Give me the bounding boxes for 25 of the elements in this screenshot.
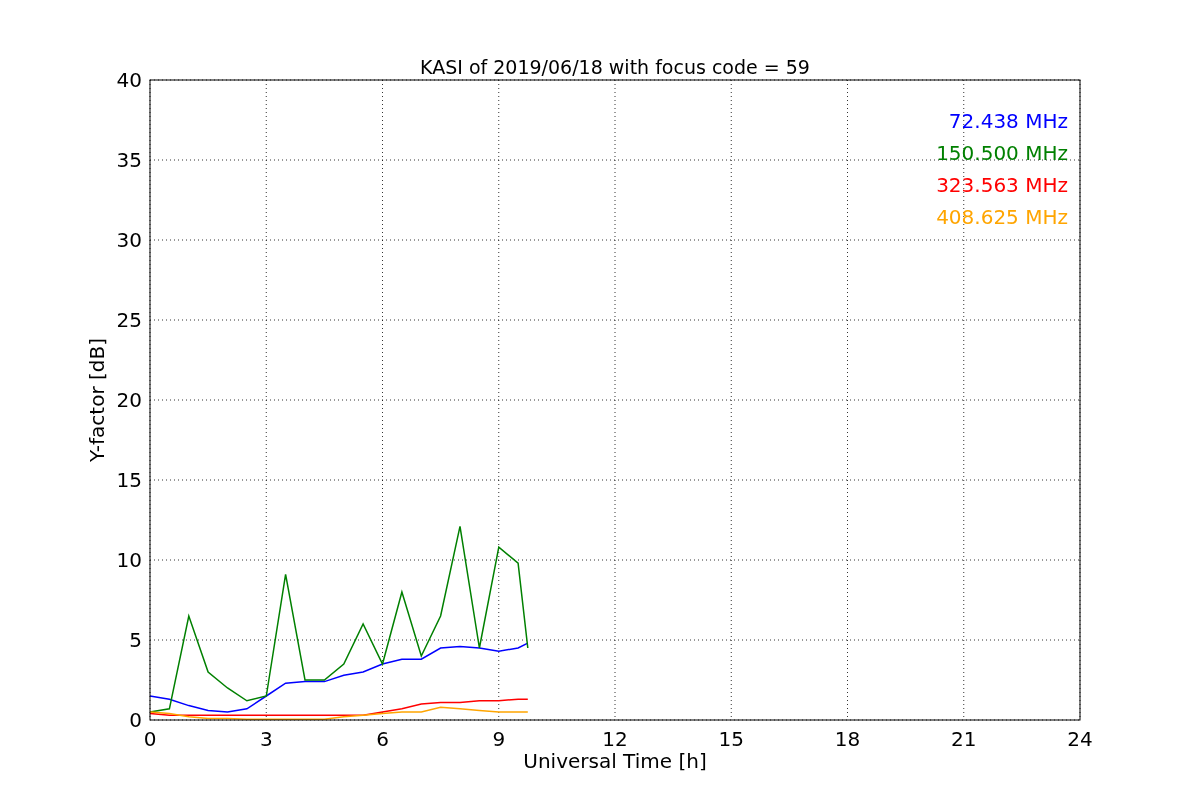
axis-label: Y-factor [dB] [85,338,109,462]
legend-label: 150.500 MHz [936,141,1068,165]
axis-label: Universal Time [h] [523,749,707,773]
tick-label: 40 [116,68,142,92]
legend-label: 408.625 MHz [936,205,1068,229]
tick-label: 5 [129,628,142,652]
legend-label: 323.563 MHz [936,173,1068,197]
tick-label: 15 [718,727,744,751]
tick-label: 20 [116,388,142,412]
chart-title: KASI of 2019/06/18 with focus code = 59 [420,56,810,78]
tick-label: 15 [116,468,142,492]
tick-label: 3 [259,727,273,751]
tick-label: 30 [116,228,142,252]
tick-label: 35 [116,148,142,172]
tick-label: 0 [143,727,157,751]
tick-label: 21 [951,727,977,751]
tick-label: 10 [116,548,142,572]
tick-label: 6 [376,727,389,751]
tick-label: 24 [1067,727,1093,751]
legend-label: 72.438 MHz [948,109,1068,133]
tick-label: 12 [602,727,628,751]
tick-label: 25 [116,308,142,332]
tick-label: 18 [834,727,861,751]
tick-label: 0 [129,708,142,732]
tick-label: 9 [492,727,506,751]
